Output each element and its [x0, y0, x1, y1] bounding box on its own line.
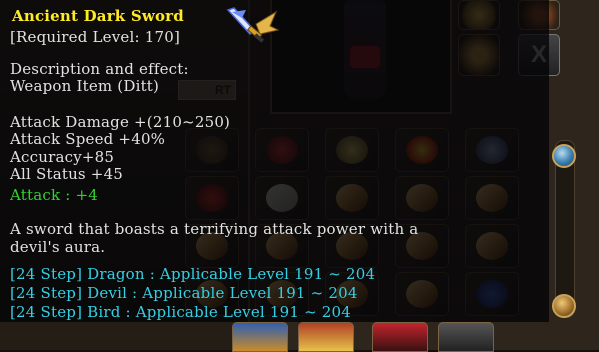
- description-heading: Description and effect:: [10, 60, 189, 78]
- item-tooltip: Ancient Dark Sword [Required Level: 170]…: [0, 0, 549, 322]
- sword-icon: [226, 7, 280, 43]
- item-type: Weapon Item (Ditt): [10, 77, 160, 95]
- stat-bonus-attack: Attack : +4: [10, 186, 98, 204]
- step-line-dragon: [24 Step] Dragon : Applicable Level 191 …: [10, 265, 376, 283]
- scroll-up-orb-icon[interactable]: [552, 144, 576, 168]
- quick-slot-2[interactable]: [298, 322, 354, 352]
- flavor-text-line-1: A sword that boasts a terrifying attack …: [10, 220, 419, 238]
- stat-attack-speed: Attack Speed +40%: [10, 130, 166, 148]
- required-level: [Required Level: 170]: [10, 28, 180, 46]
- stat-accuracy: Accuracy+85: [10, 148, 115, 166]
- step-line-bird: [24 Step] Bird : Applicable Level 191 ~ …: [10, 303, 352, 321]
- flavor-text-line-2: devil's aura.: [10, 238, 106, 256]
- step-line-devil: [24 Step] Devil : Applicable Level 191 ~…: [10, 284, 358, 302]
- quick-slot-3[interactable]: [372, 322, 428, 352]
- stat-attack-damage: Attack Damage +(210~250): [10, 113, 231, 131]
- quick-slot-4[interactable]: [438, 322, 494, 352]
- scroll-down-orb-icon[interactable]: [552, 294, 576, 318]
- quick-slot-1[interactable]: [232, 322, 288, 352]
- stat-all-status: All Status +45: [10, 165, 124, 183]
- item-name: Ancient Dark Sword: [12, 7, 184, 25]
